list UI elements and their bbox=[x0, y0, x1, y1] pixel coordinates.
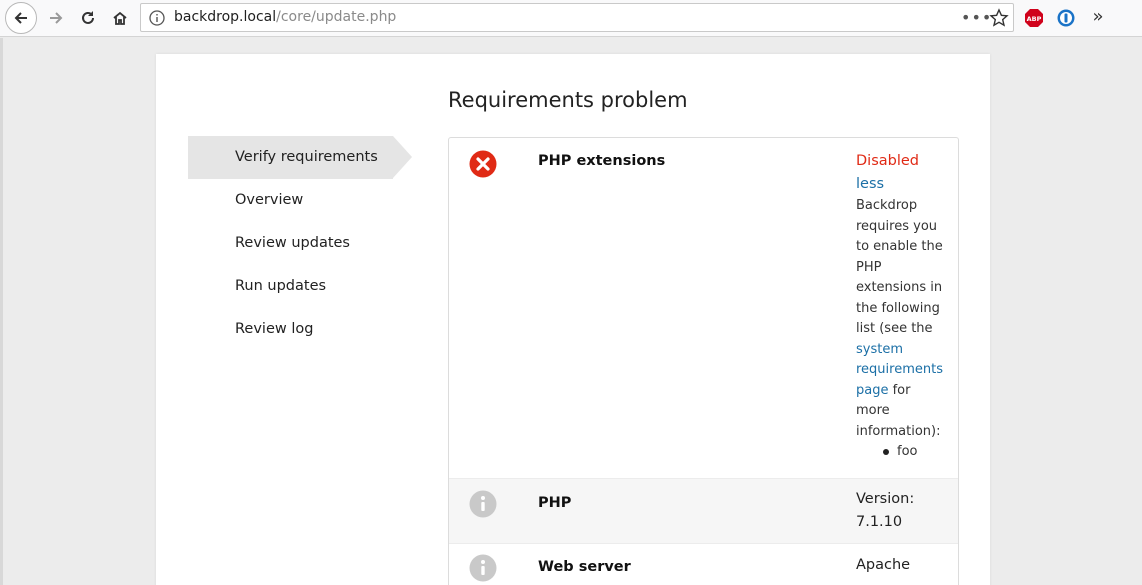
url-text[interactable]: backdrop.local/core/update.php bbox=[174, 9, 396, 25]
task-item-verify-requirements: Verify requirements bbox=[188, 136, 412, 179]
reload-icon bbox=[82, 11, 94, 24]
window-edge bbox=[0, 38, 3, 585]
forward-button[interactable] bbox=[40, 2, 72, 34]
desc-line: for bbox=[888, 382, 911, 398]
requirements-table: PHP extensions Disabled less Backdrop re… bbox=[448, 137, 959, 585]
arrow-left-icon bbox=[14, 12, 27, 24]
requirement-status: Disabled less bbox=[856, 150, 956, 196]
extension-list: foo bbox=[883, 444, 917, 459]
requirement-row-php-extensions: PHP extensions Disabled less Backdrop re… bbox=[449, 138, 958, 479]
desc-line: information): bbox=[856, 423, 941, 439]
requirement-description: Backdrop requires you to enable the PHP … bbox=[856, 196, 948, 442]
update-page-card: Requirements problem Verify requirements… bbox=[156, 54, 990, 585]
desc-line: to enable the bbox=[856, 239, 943, 254]
browser-toolbar: backdrop.local/core/update.php ••• ABP » bbox=[0, 0, 1142, 37]
home-icon bbox=[113, 11, 127, 25]
bookmark-star-icon[interactable] bbox=[989, 8, 1009, 28]
desc-line: list (see the bbox=[856, 321, 933, 336]
task-list: Verify requirements Overview Review upda… bbox=[188, 136, 416, 351]
requirement-title: PHP extensions bbox=[538, 153, 666, 169]
arrow-right-icon bbox=[50, 12, 63, 24]
address-bar[interactable]: backdrop.local/core/update.php ••• bbox=[140, 3, 1014, 32]
status-line: Version: bbox=[856, 491, 915, 507]
bullet-icon bbox=[883, 448, 889, 455]
password-manager-icon[interactable] bbox=[1056, 8, 1076, 28]
status-line: 7.1.10 bbox=[856, 514, 903, 530]
extension-item: foo bbox=[897, 444, 918, 459]
requirement-status: Version: 7.1.10 bbox=[856, 488, 956, 534]
system-requirements-link[interactable]: requirements bbox=[856, 360, 948, 381]
requirement-status: Apache bbox=[856, 554, 956, 577]
status-disabled: Disabled bbox=[856, 153, 919, 169]
adblock-plus-icon[interactable]: ABP bbox=[1024, 8, 1044, 28]
toggle-less-link[interactable]: less bbox=[856, 173, 956, 196]
url-host: backdrop.local bbox=[174, 9, 277, 25]
system-requirements-link[interactable]: system bbox=[856, 340, 948, 361]
overflow-menu-icon[interactable]: » bbox=[1088, 6, 1108, 28]
info-icon bbox=[469, 554, 497, 582]
reload-button[interactable] bbox=[72, 2, 104, 34]
page-title: Requirements problem bbox=[448, 88, 688, 112]
error-icon bbox=[469, 150, 497, 178]
desc-line: PHP bbox=[856, 259, 882, 275]
page-actions-menu-icon[interactable]: ••• bbox=[961, 8, 992, 27]
site-info-icon[interactable] bbox=[149, 10, 165, 26]
task-item-run-updates: Run updates bbox=[235, 278, 327, 294]
desc-line: requires you bbox=[856, 218, 938, 234]
task-item-review-updates: Review updates bbox=[235, 235, 350, 251]
desc-line: Backdrop bbox=[856, 198, 918, 213]
system-requirements-link[interactable]: page bbox=[856, 383, 888, 398]
requirement-row-php: PHP Version: 7.1.10 bbox=[449, 479, 958, 544]
desc-line: extensions in bbox=[856, 280, 943, 295]
desc-line: more bbox=[856, 403, 890, 418]
requirement-title: PHP bbox=[538, 495, 572, 511]
task-item-review-log: Review log bbox=[235, 321, 314, 337]
abp-label: ABP bbox=[1027, 15, 1042, 23]
info-icon bbox=[469, 490, 497, 518]
requirement-title: Web server bbox=[538, 559, 631, 575]
task-item-overview: Overview bbox=[235, 192, 304, 208]
desc-line: the following bbox=[856, 300, 940, 316]
url-path: /core/update.php bbox=[276, 9, 397, 25]
home-button[interactable] bbox=[104, 2, 136, 34]
back-button[interactable] bbox=[5, 2, 37, 34]
status-line: Apache bbox=[856, 557, 911, 573]
requirement-row-web-server: Web server Apache bbox=[449, 544, 958, 585]
